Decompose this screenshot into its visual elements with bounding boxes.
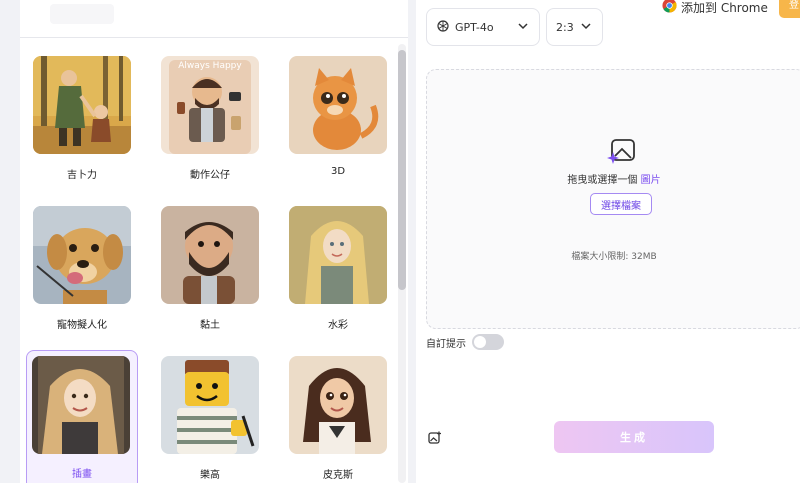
- style-card-label: 動作公仔: [190, 170, 230, 181]
- style-card-label: 樂高: [200, 470, 220, 481]
- style-panel-scrollbar[interactable]: [398, 44, 406, 483]
- upload-prompt: 拖曳或選擇一個 圖片: [427, 171, 800, 186]
- chrome-icon: [662, 0, 677, 16]
- login-button[interactable]: 登: [779, 0, 800, 18]
- style-card-lego[interactable]: 樂高: [154, 350, 266, 483]
- ratio-select[interactable]: 2:3: [546, 8, 603, 46]
- custom-prompt-toggle[interactable]: [472, 334, 504, 350]
- clay-thumbnail: [161, 206, 259, 304]
- upload-dropzone[interactable]: 拖曳或選擇一個 圖片 選擇檔案 檔案大小限制: 32MB: [426, 69, 800, 329]
- style-card-pet[interactable]: 寵物擬人化: [26, 200, 138, 340]
- file-size-limit: 檔案大小限制: 32MB: [571, 252, 657, 262]
- style-panel-outer: 吉卜力 Always Happy 動作公仔 3D 寵物擬人化 黏土 水彩 插畫 …: [0, 0, 410, 483]
- ratio-select-value: 2:3: [556, 20, 574, 34]
- style-card-watercolor[interactable]: 水彩: [282, 200, 394, 340]
- style-card-label: 3D: [330, 166, 346, 177]
- model-select[interactable]: GPT-4o: [426, 8, 540, 46]
- custom-prompt-label: 自訂提示: [426, 339, 466, 350]
- scrollbar-thumb[interactable]: [398, 50, 406, 290]
- style-card-pixar[interactable]: 皮克斯: [282, 350, 394, 483]
- image-add-icon[interactable]: [428, 430, 442, 449]
- pet-dog-thumbnail: [33, 206, 131, 304]
- style-card-label: 吉卜力: [67, 170, 97, 181]
- action-figure-thumbnail: Always Happy: [161, 56, 259, 154]
- openai-icon: [437, 19, 449, 35]
- style-card-clay[interactable]: 黏土: [154, 200, 266, 340]
- style-card-label: 皮克斯: [323, 470, 353, 481]
- upload-image-link[interactable]: 圖片: [641, 175, 661, 186]
- style-card-illustration[interactable]: 插畫: [26, 350, 138, 483]
- 3d-cat-thumbnail: [289, 56, 387, 154]
- style-card-action-figure[interactable]: Always Happy 動作公仔: [154, 50, 266, 190]
- chevron-down-icon: [580, 20, 592, 35]
- style-card-3d[interactable]: 3D: [282, 50, 394, 190]
- generation-panel: GPT-4o 2:3 拖曳或選擇一個 圖片 選擇檔案 檔案大小限制: 32MB …: [416, 0, 800, 483]
- panel-title-placeholder: [50, 4, 114, 24]
- model-select-value: GPT-4o: [455, 20, 494, 34]
- toggle-knob: [474, 336, 486, 348]
- illustration-thumbnail: [32, 356, 130, 454]
- pixar-thumbnail: [289, 356, 387, 454]
- upload-prompt-text: 拖曳或選擇一個: [567, 175, 638, 186]
- watercolor-thumbnail: [289, 206, 387, 304]
- image-upload-icon: [605, 138, 637, 172]
- style-card-label: 插畫: [72, 469, 92, 480]
- lego-thumbnail: [161, 356, 259, 454]
- style-card-label: 水彩: [328, 320, 348, 331]
- add-to-chrome-label: 添加到 Chrome: [681, 0, 768, 15]
- style-card-ghibli[interactable]: 吉卜力: [26, 50, 138, 190]
- generate-button[interactable]: 生成: [554, 421, 714, 453]
- style-card-label: 寵物擬人化: [57, 320, 107, 331]
- choose-file-button[interactable]: 選擇檔案: [590, 193, 652, 215]
- action-figure-box-text: Always Happy: [178, 61, 242, 71]
- add-to-chrome-link[interactable]: 添加到 Chrome: [662, 0, 768, 16]
- chevron-down-icon: [517, 20, 529, 35]
- ghibli-thumbnail: [33, 56, 131, 154]
- style-card-label: 黏土: [200, 320, 220, 331]
